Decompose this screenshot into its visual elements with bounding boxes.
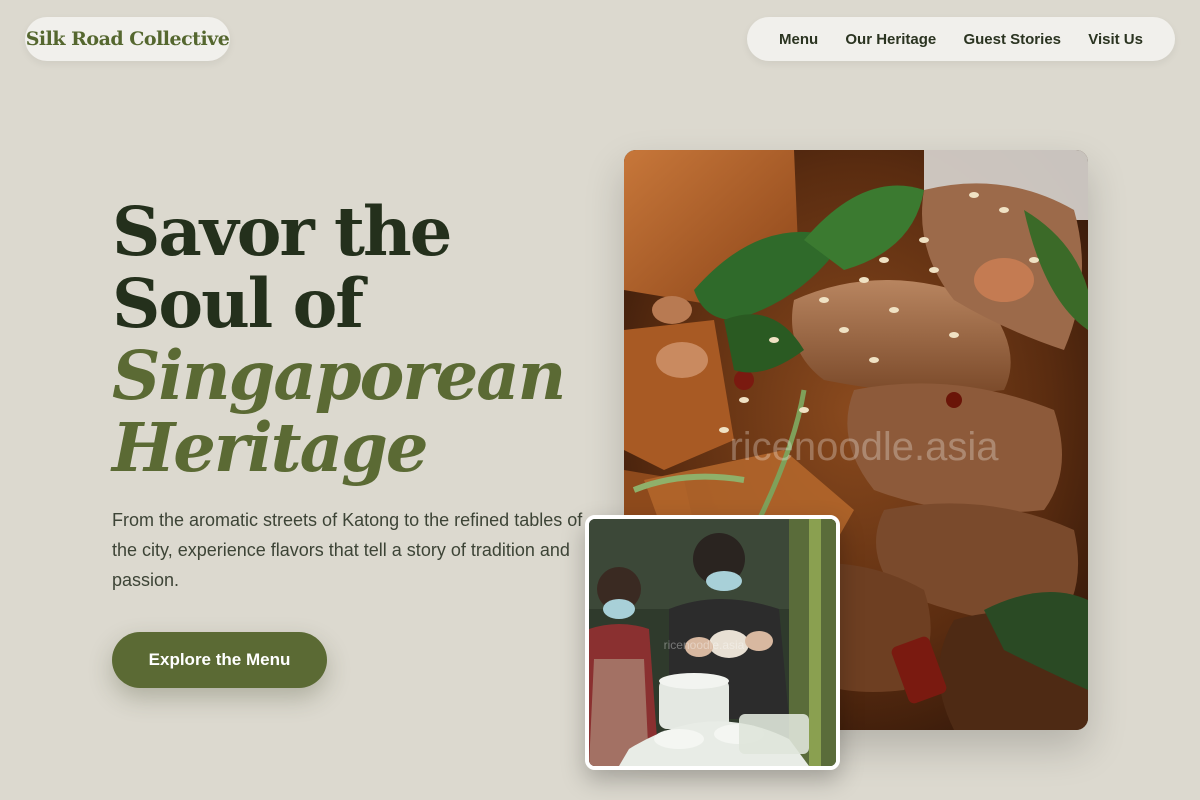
nav-link-guest-stories[interactable]: Guest Stories [963, 31, 1061, 48]
nav-link-menu[interactable]: Menu [779, 31, 818, 48]
nav-link-visit-us[interactable]: Visit Us [1088, 31, 1143, 48]
brand-logo[interactable]: Silk Road Collective [25, 17, 230, 61]
nav-link-our-heritage[interactable]: Our Heritage [845, 31, 936, 48]
hero-title: Savor the Soul of Singaporean Heritage [112, 196, 592, 484]
hero-description: From the aromatic streets of Katong to t… [112, 510, 583, 590]
hero-title-line-2: Soul of [112, 264, 364, 343]
main-image-watermark: ricenoodle.asia [729, 425, 999, 469]
brand-name: Silk Road Collective [25, 28, 230, 50]
hero-title-accent-1: Singaporean [112, 336, 566, 415]
page: Silk Road Collective Menu Our Heritage G… [0, 0, 1200, 800]
kitchen-illustration: ricenoodle.asia [589, 519, 836, 766]
main-nav: Menu Our Heritage Guest Stories Visit Us [747, 17, 1175, 61]
kitchen-inset-image: ricenoodle.asia [585, 515, 840, 770]
explore-menu-button[interactable]: Explore the Menu [112, 632, 327, 688]
hero-title-line-1: Savor the [112, 192, 452, 271]
hero-title-accent-2: Heritage [112, 408, 429, 487]
inset-image-watermark: ricenoodle.asia [664, 638, 745, 652]
